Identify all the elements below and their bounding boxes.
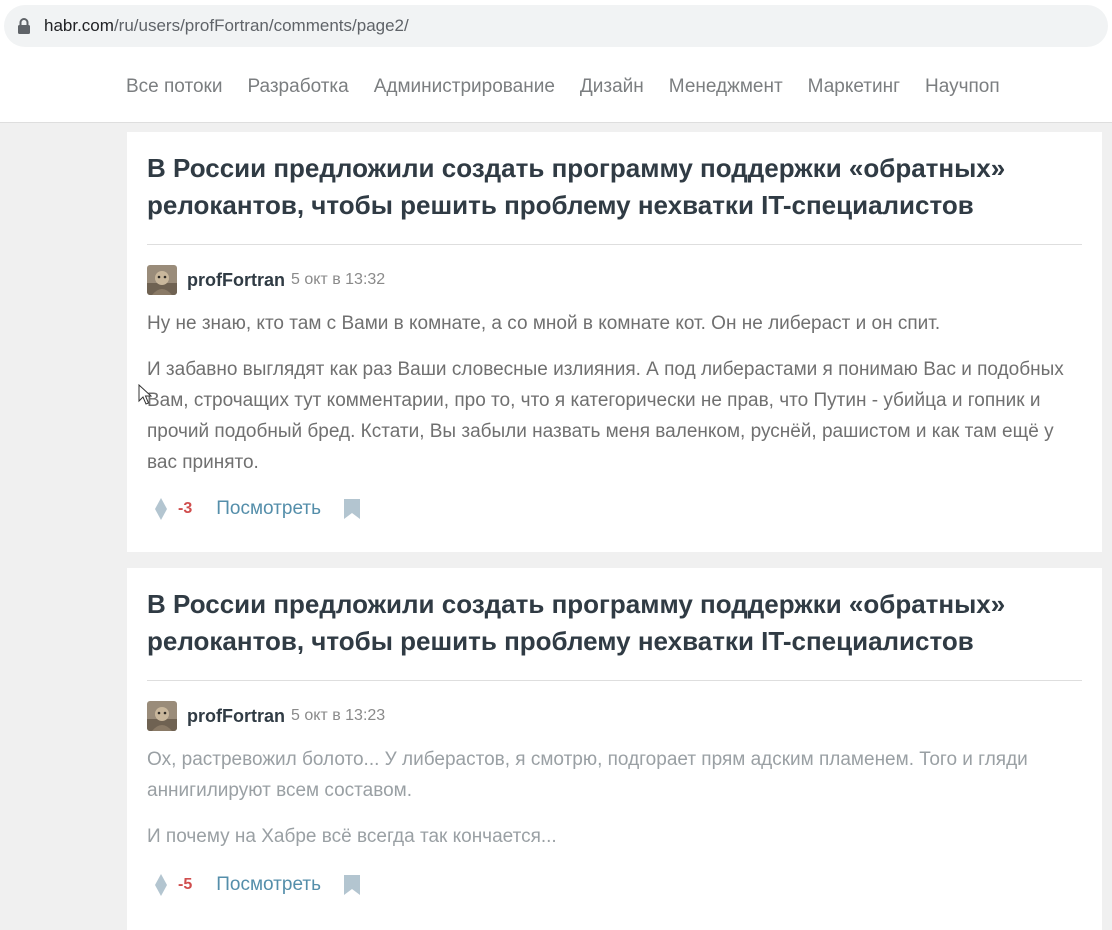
comment-date[interactable]: 5 окт в 13:23 — [291, 707, 385, 725]
lock-icon[interactable] — [17, 18, 31, 34]
comment-date[interactable]: 5 окт в 13:32 — [291, 271, 385, 289]
comment-author[interactable]: profFortran — [187, 706, 285, 727]
comment-paragraph: Ну не знаю, кто там с Вами в комнате, а … — [147, 313, 941, 334]
address-text[interactable]: habr.com/ru/users/profFortran/comments/p… — [44, 16, 409, 36]
comment-actions: -3 Посмотреть — [154, 498, 360, 520]
comment-body: Ох, растревожил болото... У либерастов, … — [147, 744, 1077, 867]
url-host: habr.com — [44, 16, 114, 35]
nav-item-design[interactable]: Дизайн — [580, 76, 644, 98]
divider — [147, 244, 1082, 245]
comment-meta: profFortran 5 окт в 13:32 — [147, 265, 385, 295]
nav-item-all-flows[interactable]: Все потоки — [126, 76, 222, 98]
flows-navbar: Все потоки Разработка Администрирование … — [0, 52, 1112, 123]
avatar[interactable] — [147, 701, 177, 731]
url-path: /ru/users/profFortran/comments/page2/ — [113, 16, 409, 35]
comment-paragraph: И забавно выглядят как раз Ваши словесны… — [147, 359, 1064, 473]
vote-icon[interactable] — [154, 874, 168, 896]
comment-paragraph: Ох, растревожил болото... У либерастов, … — [147, 749, 1028, 801]
nav-item-development[interactable]: Разработка — [247, 76, 348, 98]
article-title-link[interactable]: В России предложили создать программу по… — [147, 150, 1067, 224]
browser-url-bar: habr.com/ru/users/profFortran/comments/p… — [0, 0, 1112, 52]
vote-icon[interactable] — [154, 498, 168, 520]
mouse-cursor-icon — [138, 384, 152, 405]
avatar[interactable] — [147, 265, 177, 295]
comment-score: -3 — [178, 500, 193, 517]
nav-item-popsci[interactable]: Научпоп — [925, 76, 1000, 98]
bookmark-icon[interactable] — [343, 875, 360, 895]
divider — [147, 680, 1082, 681]
address-field[interactable]: habr.com/ru/users/profFortran/comments/p… — [4, 5, 1108, 47]
nav-item-administration[interactable]: Администрирование — [374, 76, 555, 98]
article-title-link[interactable]: В России предложили создать программу по… — [147, 586, 1067, 660]
nav-item-management[interactable]: Менеджмент — [669, 76, 783, 98]
comment-author[interactable]: profFortran — [187, 270, 285, 291]
comment-card: В России предложили создать программу по… — [127, 568, 1102, 930]
nav-item-marketing[interactable]: Маркетинг — [808, 76, 900, 98]
comment-score: -5 — [178, 876, 193, 893]
view-comment-link[interactable]: Посмотреть — [216, 498, 321, 520]
comment-actions: -5 Посмотреть — [154, 874, 360, 896]
comment-meta: profFortran 5 окт в 13:23 — [147, 701, 385, 731]
view-comment-link[interactable]: Посмотреть — [216, 874, 321, 896]
bookmark-icon[interactable] — [343, 499, 360, 519]
comment-paragraph: И почему на Хабре всё всегда так кончает… — [147, 826, 557, 847]
comment-body: Ну не знаю, кто там с Вами в комнате, а … — [147, 308, 1077, 493]
flows-list: Все потоки Разработка Администрирование … — [126, 76, 1000, 98]
comment-card: В России предложили создать программу по… — [127, 132, 1102, 552]
